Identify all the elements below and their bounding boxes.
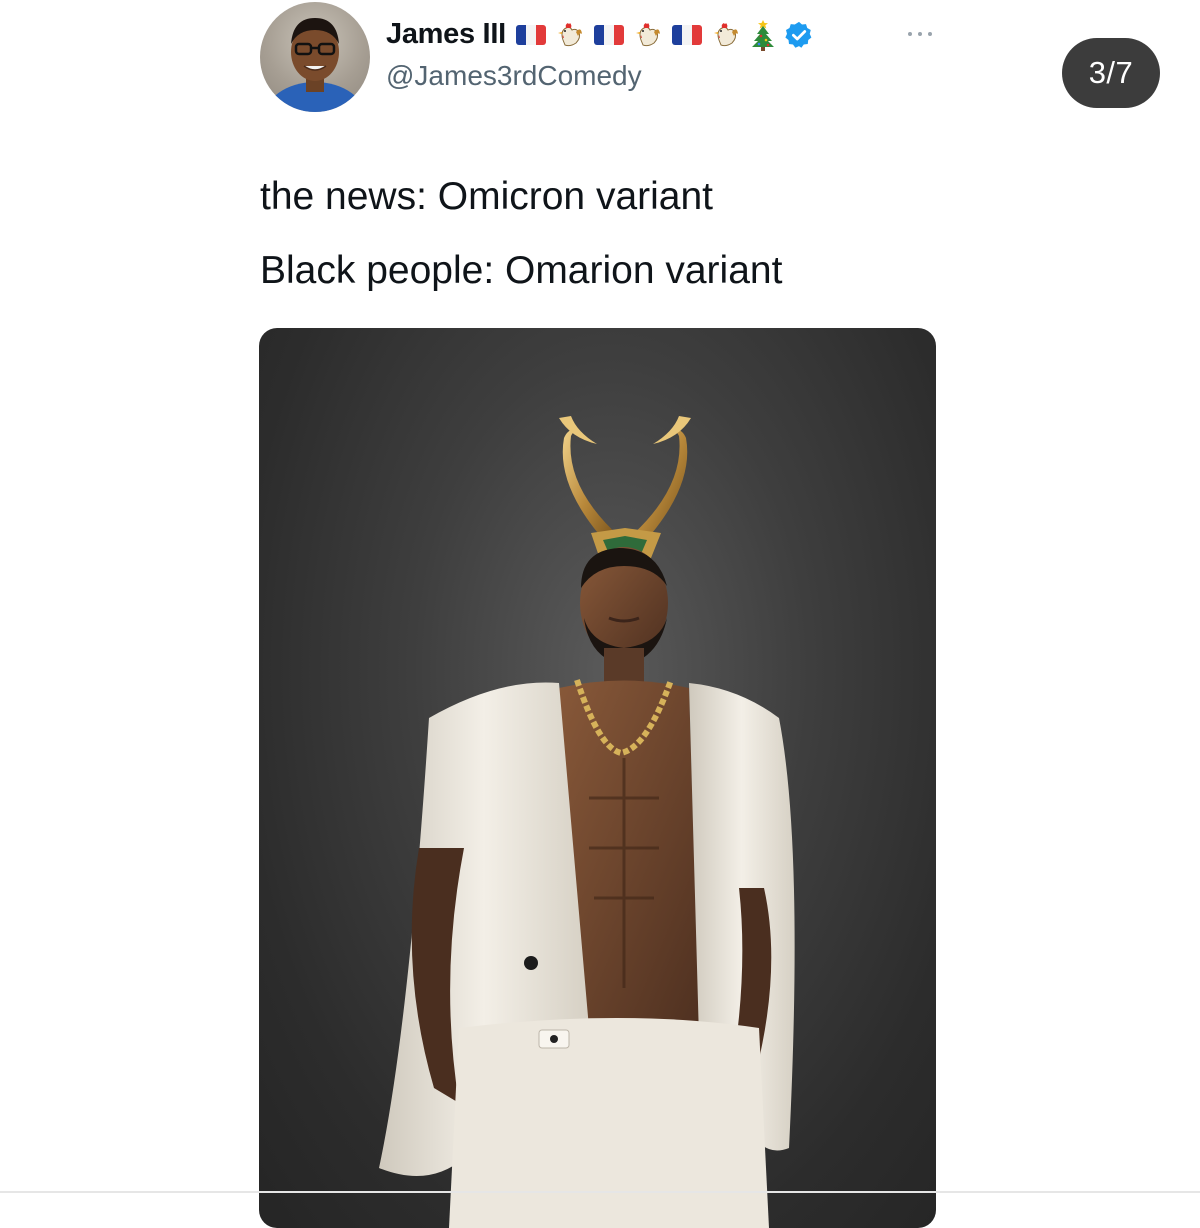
tweet-media-photo[interactable] xyxy=(259,328,936,1228)
rooster-icon xyxy=(557,22,582,46)
tweet-text: the news: Omicron variant Black people: … xyxy=(260,160,782,308)
photo-illustration xyxy=(379,416,795,1228)
display-name-text: James III xyxy=(386,18,506,50)
flag-france-icon xyxy=(515,24,546,45)
flag-france-icon xyxy=(593,24,624,45)
christmas-tree-icon xyxy=(751,19,774,51)
display-name[interactable]: James III xyxy=(386,18,814,51)
avatar-photo xyxy=(264,18,366,112)
image-counter-badge: 3/7 xyxy=(1062,38,1160,108)
rooster-icon xyxy=(713,22,738,46)
more-options-icon[interactable] xyxy=(905,28,935,40)
rooster-icon xyxy=(635,22,660,46)
tweet-text-line: Black people: Omarion variant xyxy=(260,249,783,292)
flag-france-icon xyxy=(671,24,702,45)
author-avatar[interactable] xyxy=(260,2,370,112)
bottom-divider xyxy=(0,1191,1200,1193)
tweet-text-line: the news: Omicron variant xyxy=(260,175,714,218)
verified-badge-icon xyxy=(785,21,812,48)
author-handle[interactable]: @James3rdComedy xyxy=(386,60,642,92)
